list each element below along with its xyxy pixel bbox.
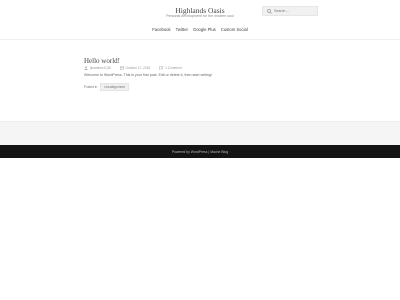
footer-wordpress-link[interactable]: WordPress (191, 150, 208, 154)
post-author[interactable]: jlmartinez1138 (84, 66, 111, 70)
social-link-custom-social[interactable]: Custom Social (221, 27, 248, 32)
comment-icon (159, 66, 163, 70)
pre-footer-area (0, 121, 400, 145)
site-description: Personal development for the modern soul (166, 14, 234, 18)
footer-powered-by: Powered by (171, 149, 190, 154)
post-date[interactable]: October 17, 2018 (119, 66, 151, 70)
footer-theme-link[interactable]: Mache Blog (210, 150, 228, 154)
category-link[interactable]: Uncategorized (100, 83, 129, 91)
post-author-name[interactable]: jlmartinez1138 (90, 66, 111, 70)
search-box[interactable] (262, 6, 318, 16)
post-date-text[interactable]: October 17, 2018 (126, 66, 151, 70)
search-icon[interactable] (266, 8, 273, 15)
author-icon (84, 66, 88, 70)
site-footer: Powered by WordPress | Mache Blog (0, 145, 400, 158)
post-comments[interactable]: 1 Comment (159, 66, 182, 70)
social-link-google-plus[interactable]: Google Plus (193, 27, 216, 32)
social-link-facebook[interactable]: Facebook (152, 27, 170, 32)
post-meta: jlmartinez1138 October 17, 2018 1 Commen… (84, 66, 191, 70)
post-comments-count[interactable]: 1 Comment (165, 66, 181, 70)
header-divider (0, 39, 400, 40)
social-nav: Facebook Twitter Google Plus Custom Soci… (0, 27, 400, 32)
posted-in-label: Posted in (84, 85, 98, 89)
post-categories: Posted in Uncategorized (84, 83, 129, 91)
search-input[interactable] (273, 9, 316, 13)
social-link-twitter[interactable]: Twitter (176, 27, 188, 32)
calendar-icon (119, 66, 124, 70)
post-title[interactable]: Hello world! (84, 57, 120, 65)
footer-separator: | (208, 149, 210, 154)
post-content: Welcome to WordPress. This is your first… (84, 73, 212, 77)
